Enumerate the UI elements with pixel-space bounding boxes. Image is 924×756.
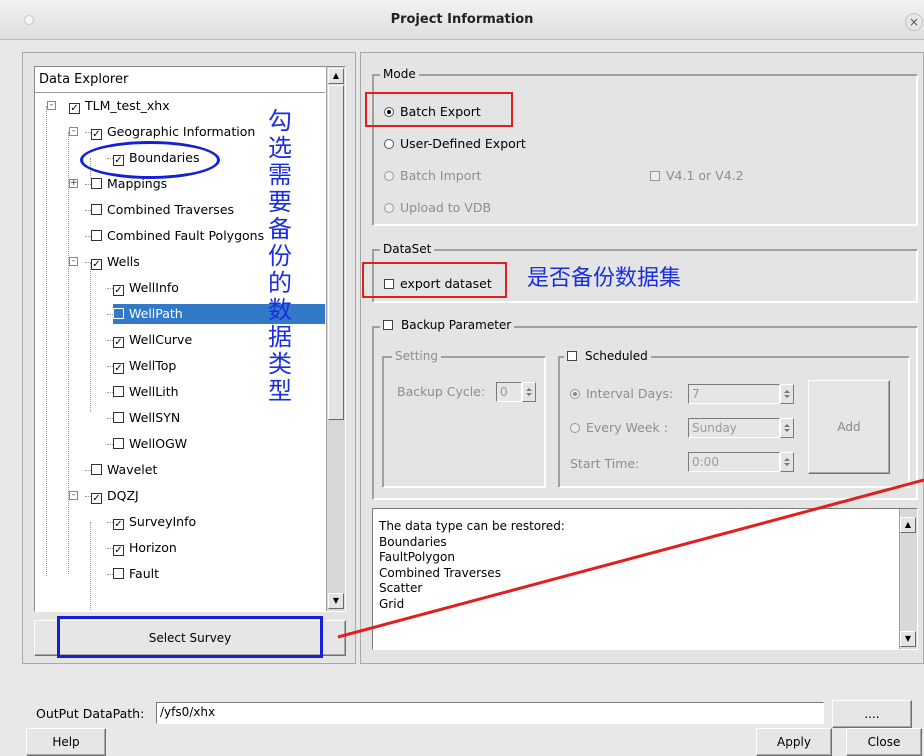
annotation-arrow xyxy=(337,478,924,639)
annotation-arrow-line xyxy=(337,478,924,639)
